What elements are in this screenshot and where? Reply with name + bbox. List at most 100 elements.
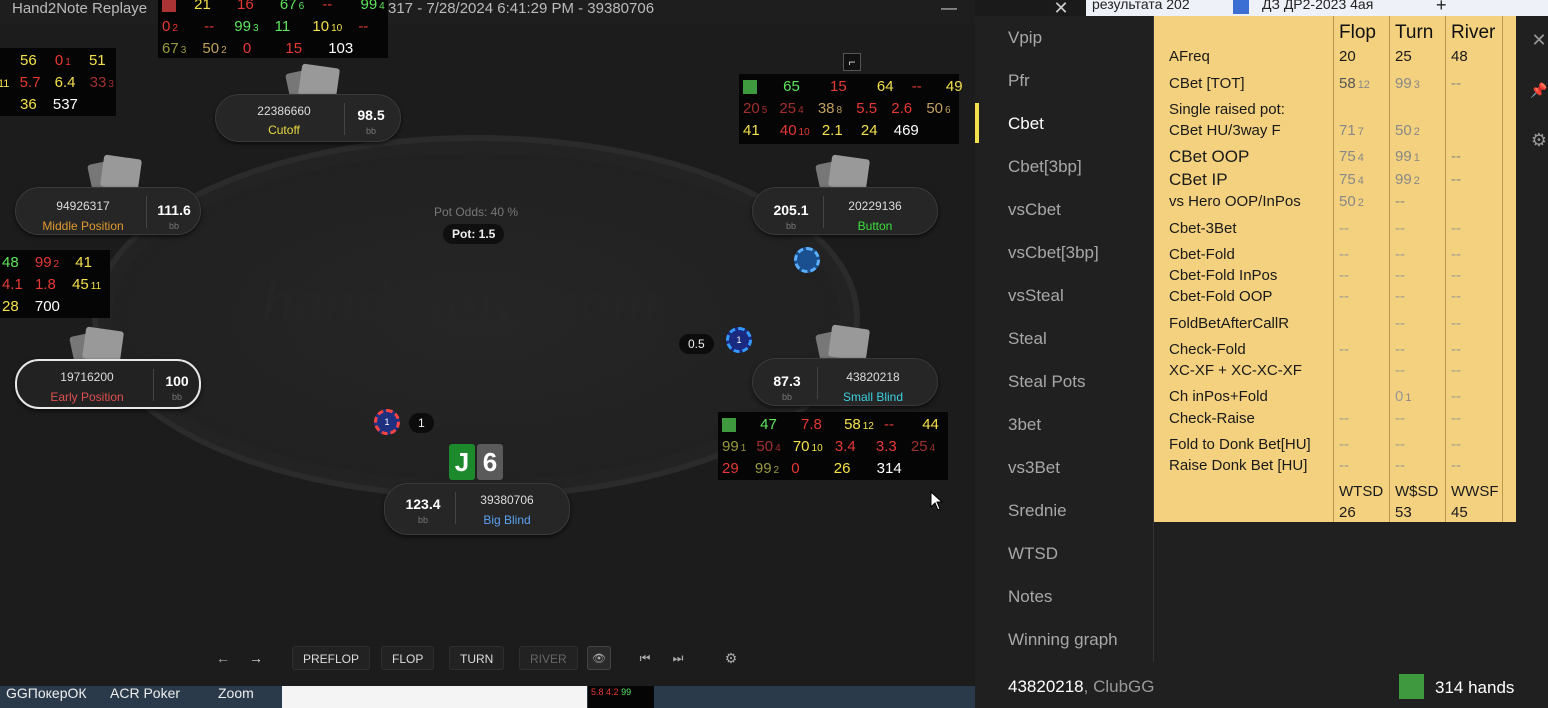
- menu-item-steal-pots[interactable]: Steal Pots: [1008, 372, 1086, 392]
- value-wsd: 53: [1395, 504, 1412, 521]
- seat-button[interactable]: 205.1 bb 20229136 Button: [752, 187, 938, 235]
- menu-item-steal[interactable]: Steal: [1008, 329, 1047, 349]
- menu-item-cbet-3bp[interactable]: Cbet[3bp]: [1008, 157, 1082, 177]
- stat-cbet-3bet[interactable]: Cbet-3Bet: [1169, 220, 1237, 237]
- hole-card-jack: J: [449, 444, 475, 480]
- cbet-stats-panel: Flop Turn River AFreq 20 25 48 CBet [TOT…: [1154, 16, 1516, 522]
- header-turn: Turn: [1395, 22, 1434, 43]
- stat-srp-heading: Single raised pot:: [1169, 101, 1285, 118]
- header-wtsd: WTSD: [1339, 483, 1384, 500]
- seat-big-blind[interactable]: 123.4 bb 39380706 Big Blind: [384, 483, 570, 535]
- hand-info: 317 - 7/28/2024 6:41:29 PM - 39380706: [388, 0, 655, 17]
- preflop-button[interactable]: PREFLOP: [292, 646, 371, 670]
- stat-check-fold[interactable]: Check-Fold: [1169, 341, 1246, 358]
- hands-count: 314 hands: [1435, 678, 1515, 697]
- turn-button[interactable]: TURN: [449, 646, 505, 670]
- seat-early-position[interactable]: 19716200 Early Position 100 bb: [15, 359, 201, 409]
- stat-ch-inpos-fold[interactable]: Ch inPos+Fold: [1169, 388, 1268, 405]
- stat-xc-xf[interactable]: XC-XF + XC-XC-XF: [1169, 362, 1302, 379]
- seat-small-blind[interactable]: 87.3 bb 43820218 Small Blind: [752, 358, 938, 406]
- stat-foldbet-after-callr[interactable]: FoldBetAfterCallR: [1169, 315, 1289, 332]
- stat-cbet-hu[interactable]: CBet HU/3way F: [1169, 122, 1281, 139]
- browser-tab-1[interactable]: результата 202: [1092, 0, 1190, 12]
- mini-hud: 5.8 4.2 99: [588, 686, 654, 708]
- footer-club: , ClubGG: [1083, 677, 1155, 696]
- stat-cbet-ip[interactable]: CBet IP: [1169, 170, 1228, 190]
- menu-item-cbet[interactable]: Cbet: [1008, 114, 1044, 134]
- menu-item-pfr[interactable]: Pfr: [1008, 71, 1030, 91]
- stat-cbet-tot[interactable]: CBet [TOT]: [1169, 75, 1245, 92]
- stat-vs-hero[interactable]: vs Hero OOP/InPos: [1169, 193, 1301, 210]
- taskbar-item-ggpokerok[interactable]: GGПокерОК: [6, 685, 87, 701]
- dealer-icon: ⌐: [843, 53, 861, 71]
- small-blind-bet: 0.5: [679, 334, 714, 354]
- value-wwsf: 45: [1451, 504, 1468, 521]
- settings-gear-icon[interactable]: ⚙: [719, 646, 743, 670]
- header-wsd: W$SD: [1395, 483, 1439, 500]
- header-wwsf: WWSF: [1451, 483, 1499, 500]
- menu-item-wtsd[interactable]: WTSD: [1008, 544, 1058, 564]
- minimize-button[interactable]: —: [934, 0, 964, 20]
- flop-button[interactable]: FLOP: [381, 646, 435, 670]
- first-street-icon[interactable]: ⏮: [633, 646, 657, 670]
- menu-item-srednie[interactable]: Srednie: [1008, 501, 1067, 521]
- hud-color-marker: [162, 0, 176, 13]
- pot-amount: Pot: 1.5: [443, 224, 505, 244]
- pin-icon[interactable]: 📌: [1530, 82, 1548, 99]
- stat-raise-donk[interactable]: Raise Donk Bet [HU]: [1169, 457, 1307, 474]
- menu-selection-indicator: [975, 103, 979, 143]
- title-bar: Hand2Note Replaye 317 - 7/28/2024 6:41:2…: [0, 0, 975, 24]
- taskbar-item-acr[interactable]: ACR Poker: [110, 685, 180, 701]
- mouse-cursor-icon: [930, 491, 944, 511]
- seat-middle-position[interactable]: 94926317 Middle Position 111.6 bb: [15, 187, 201, 235]
- taskbar: GGПокерОК ACR Poker Zoom 5.8 4.2 99: [0, 685, 975, 708]
- hud-early-position[interactable]: 48 99 2 41 4.1 1.8 45 11 28 700: [0, 250, 110, 318]
- player-footer: 43820218, ClubGG: [1008, 677, 1155, 697]
- stat-cbet-fold[interactable]: Cbet-Fold: [1169, 246, 1235, 263]
- menu-item-winning-graph[interactable]: Winning graph: [1008, 630, 1118, 650]
- popup-menu: Vpip Pfr Cbet Cbet[3bp] vsCbet vsCbet[3b…: [975, 16, 1153, 662]
- stat-cbet-fold-inpos[interactable]: Cbet-Fold InPos: [1169, 267, 1277, 284]
- dealer-button-icon: [794, 247, 820, 273]
- hud-button[interactable]: 65 15 64 -- 49 20 5 25 4 38 8 5.5 2.6 50 6 4…: [739, 74, 963, 144]
- popup-close-icon[interactable]: ✕: [1530, 30, 1548, 51]
- new-tab-button[interactable]: +: [1436, 0, 1447, 16]
- hud-middle-position[interactable]: 56 01 51 11 5.7 6.4 33 3 36 537: [0, 48, 116, 116]
- player-color-marker[interactable]: [1399, 674, 1424, 699]
- menu-item-vscbet[interactable]: vsCbet: [1008, 200, 1061, 220]
- stat-fold-to-donk[interactable]: Fold to Donk Bet[HU]: [1169, 436, 1311, 453]
- hud-color-marker: [743, 80, 757, 95]
- menu-item-vssteal[interactable]: vsSteal: [1008, 286, 1064, 306]
- stat-cbet-oop[interactable]: CBet OOP: [1169, 147, 1249, 167]
- doc-icon: [1233, 0, 1249, 14]
- small-blind-chip-icon: 1: [726, 327, 752, 353]
- header-flop: Flop: [1339, 22, 1376, 43]
- back-arrow-icon[interactable]: ←: [211, 646, 235, 670]
- hud-color-marker: [722, 418, 736, 433]
- seat-cutoff[interactable]: 22386660 Cutoff 98.5 bb: [215, 94, 401, 142]
- menu-item-vpip[interactable]: Vpip: [1008, 28, 1042, 48]
- menu-item-notes[interactable]: Notes: [1008, 587, 1052, 607]
- last-street-icon[interactable]: ⏭: [666, 646, 690, 670]
- hud-cutoff[interactable]: 21 16 67 6 -- 99 4 02 -- 99 3 11 10 10 -- 67…: [158, 0, 388, 58]
- replay-toolbar: ← → PREFLOP FLOP TURN RIVER 👁 ⏮ ⏭ ⚙: [0, 640, 975, 676]
- menu-item-vscbet-3bp[interactable]: vsCbet[3bp]: [1008, 243, 1099, 263]
- hud-small-blind[interactable]: 47 7.8 58 12 -- 44 99 1 50 4 70 10 3.4 3.3 2…: [718, 412, 948, 480]
- stat-cbet-fold-oop[interactable]: Cbet-Fold OOP: [1169, 288, 1272, 305]
- menu-item-3bet[interactable]: 3bet: [1008, 415, 1041, 435]
- window-title: Hand2Note Replaye: [12, 0, 148, 17]
- taskbar-item-zoom[interactable]: Zoom: [218, 685, 254, 701]
- header-river: River: [1451, 22, 1496, 43]
- replayer-window: Hand2Note Replaye 317 - 7/28/2024 6:41:2…: [0, 0, 975, 686]
- browser-tab-2[interactable]: ДЗ ДР2-2023 4ая: [1262, 0, 1373, 12]
- forward-arrow-icon[interactable]: →: [244, 646, 268, 670]
- browser-tabs: результата 202 ДЗ ДР2-2023 4ая +: [1086, 0, 1548, 16]
- stat-afreq: AFreq: [1169, 48, 1210, 65]
- big-blind-bet: 1: [409, 413, 434, 433]
- eye-icon[interactable]: 👁: [587, 646, 611, 670]
- menu-item-vs3bet[interactable]: vs3Bet: [1008, 458, 1060, 478]
- stat-check-raise[interactable]: Check-Raise: [1169, 410, 1255, 427]
- popup-gear-icon[interactable]: ⚙: [1530, 130, 1548, 151]
- pot-odds: Pot Odds: 40 %: [433, 205, 519, 219]
- river-button[interactable]: RIVER: [519, 646, 578, 670]
